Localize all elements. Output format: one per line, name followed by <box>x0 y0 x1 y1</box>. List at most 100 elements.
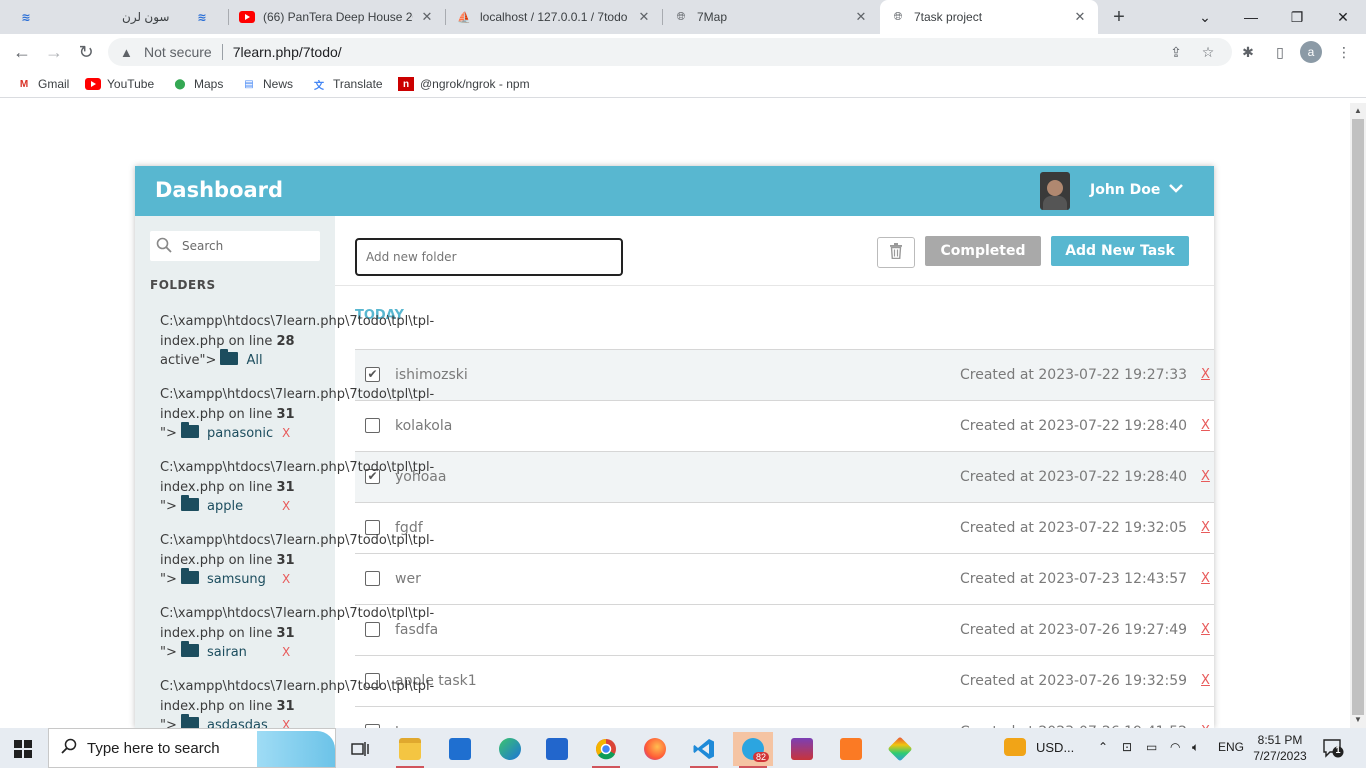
wifi-icon[interactable]: ◠ <box>1170 740 1180 754</box>
browser-toolbar: ← → ↻ ▲ Not secure 7learn.php/7todo/ ⇪ ☆… <box>0 34 1366 70</box>
security-label[interactable]: Not secure <box>144 44 212 60</box>
chevron-down-icon[interactable] <box>1169 180 1183 198</box>
search-input[interactable]: Search <box>182 239 223 253</box>
tab-title: 7Map <box>697 10 728 24</box>
minimize-button[interactable]: — <box>1228 0 1274 34</box>
tab-7learn-pinned[interactable]: ≋ <box>8 0 48 34</box>
search-box[interactable]: Search <box>150 231 320 261</box>
close-window-button[interactable]: ✕ <box>1320 0 1366 34</box>
weather-text[interactable]: USD... <box>1036 740 1074 755</box>
bookmark-news[interactable]: ▤ News <box>241 75 293 93</box>
task-title: fasdfa <box>395 622 439 638</box>
file-explorer-icon[interactable] <box>390 732 430 768</box>
volume-icon[interactable]: 🔈︎ <box>1192 740 1199 755</box>
user-name[interactable]: John Doe <box>1090 182 1160 198</box>
bookmark-youtube[interactable]: YouTube <box>85 75 154 93</box>
mail-icon[interactable] <box>440 732 480 766</box>
folders-heading: FOLDERS <box>150 278 216 292</box>
7learn-logo-icon: ≋ <box>197 11 207 24</box>
notification-icon[interactable]: 1 <box>1322 738 1344 761</box>
menu-icon[interactable]: ⋮ <box>1334 42 1354 62</box>
taskbar-search[interactable]: Type here to search <box>48 728 336 768</box>
telegram-icon[interactable]: 82 <box>733 732 773 768</box>
chrome-icon[interactable] <box>586 732 626 768</box>
task-title: ishimozski <box>395 367 468 383</box>
extensions-icon[interactable]: ✱ <box>1238 42 1258 62</box>
reload-button[interactable]: ↻ <box>74 40 98 64</box>
tab-title: (66) PanTera Deep House 2023 <box>263 10 413 24</box>
delete-task-button[interactable]: X <box>1201 622 1210 637</box>
delete-task-button[interactable]: X <box>1201 469 1210 484</box>
chevron-up-icon[interactable]: ⌃ <box>1098 740 1108 754</box>
task-row: fasdfa Created at 2023-07-26 19:27:49 X <box>355 604 1214 655</box>
profile-avatar[interactable]: a <box>1300 41 1322 63</box>
taskbar-search-input[interactable]: Type here to search <box>87 740 220 757</box>
delete-task-button[interactable]: X <box>1201 673 1210 688</box>
battery-icon[interactable]: ▭ <box>1146 740 1157 754</box>
edge-icon[interactable] <box>490 732 530 766</box>
tab-title: localhost / 127.0.0.1 / 7todo / <box>480 10 630 24</box>
bookmark-translate[interactable]: 文 Translate <box>311 75 383 93</box>
close-tab-icon[interactable]: ✕ <box>1072 9 1088 25</box>
language-indicator[interactable]: ENG <box>1218 740 1244 754</box>
scroll-down-icon[interactable]: ▼ <box>1350 712 1366 728</box>
bookmark-maps[interactable]: ⬤ Maps <box>172 75 223 93</box>
scroll-up-icon[interactable]: ▲ <box>1350 103 1366 119</box>
close-tab-icon[interactable]: ✕ <box>419 9 435 25</box>
winrar-icon[interactable] <box>782 732 822 766</box>
app-icon[interactable] <box>880 732 920 766</box>
new-folder-input[interactable] <box>355 238 623 276</box>
page-scrollbar[interactable]: ▲ ▼ <box>1350 103 1366 728</box>
warning-icon[interactable]: ▲ <box>120 45 136 60</box>
restore-button[interactable]: ❐ <box>1274 0 1320 34</box>
tab-youtube[interactable]: (66) PanTera Deep House 2023 ✕ <box>229 0 445 34</box>
add-new-task-button[interactable]: Add New Task <box>1051 236 1189 266</box>
completed-button[interactable]: Completed <box>925 236 1041 266</box>
delete-button[interactable] <box>877 237 915 268</box>
meet-icon[interactable]: ⊡ <box>1122 740 1132 754</box>
windows-start-icon[interactable] <box>14 740 32 758</box>
phpmyadmin-icon: ⛵ <box>457 11 471 24</box>
task-checkbox[interactable] <box>365 673 380 688</box>
trash-icon <box>889 243 903 262</box>
bookmark-ngrok[interactable]: n @ngrok/ngrok - npm <box>398 75 530 93</box>
task-checkbox[interactable] <box>365 571 380 586</box>
delete-task-button[interactable]: X <box>1201 571 1210 586</box>
bookmark-star-icon[interactable]: ☆ <box>1198 42 1218 62</box>
tab-phpmyadmin[interactable]: ⛵ localhost / 127.0.0.1 / 7todo / ✕ <box>446 0 662 34</box>
new-tab-button[interactable]: + <box>1108 6 1130 28</box>
user-avatar[interactable] <box>1040 172 1070 210</box>
weather-icon[interactable] <box>1004 738 1026 756</box>
tab-7task-project[interactable]: 🌐︎ 7task project ✕ <box>880 0 1098 34</box>
xampp-icon[interactable] <box>831 732 871 766</box>
delete-task-button[interactable]: X <box>1201 367 1210 382</box>
task-created-at: Created at 2023-07-22 19:28:40 <box>960 418 1188 434</box>
vscode-icon[interactable] <box>684 732 724 768</box>
side-panel-icon[interactable]: ▯ <box>1270 42 1290 62</box>
forward-button[interactable]: → <box>42 40 66 64</box>
delete-task-button[interactable]: X <box>1201 520 1210 535</box>
store-icon[interactable] <box>537 732 577 766</box>
task-checkbox[interactable] <box>365 520 380 535</box>
share-icon[interactable]: ⇪ <box>1166 42 1186 62</box>
delete-task-button[interactable]: X <box>1201 418 1210 433</box>
task-checkbox[interactable]: ✔ <box>365 469 380 484</box>
task-checkbox[interactable] <box>365 418 380 433</box>
tab-7map[interactable]: 🌐︎ 7Map ✕ <box>663 0 879 34</box>
search-icon <box>156 237 174 256</box>
task-row: kolakola Created at 2023-07-22 19:28:40 X <box>355 400 1214 451</box>
task-view-icon[interactable] <box>340 732 380 766</box>
address-bar[interactable]: ▲ Not secure 7learn.php/7todo/ <box>108 38 1232 66</box>
task-checkbox[interactable]: ✔ <box>365 367 380 382</box>
tab-search-icon[interactable]: ⌄ <box>1182 0 1228 34</box>
close-tab-icon[interactable]: ✕ <box>853 9 869 25</box>
tab-7learn[interactable]: ≋ سون لرن <box>48 0 228 34</box>
task-checkbox[interactable] <box>365 622 380 637</box>
url-text[interactable]: 7learn.php/7todo/ <box>233 44 342 60</box>
bookmark-gmail[interactable]: M Gmail <box>16 75 70 93</box>
scrollbar-thumb[interactable] <box>1352 119 1364 715</box>
close-tab-icon[interactable]: ✕ <box>636 9 652 25</box>
firefox-icon[interactable] <box>635 732 675 766</box>
clock[interactable]: 8:51 PM 7/27/2023 <box>1250 732 1310 764</box>
back-button[interactable]: ← <box>10 40 34 64</box>
